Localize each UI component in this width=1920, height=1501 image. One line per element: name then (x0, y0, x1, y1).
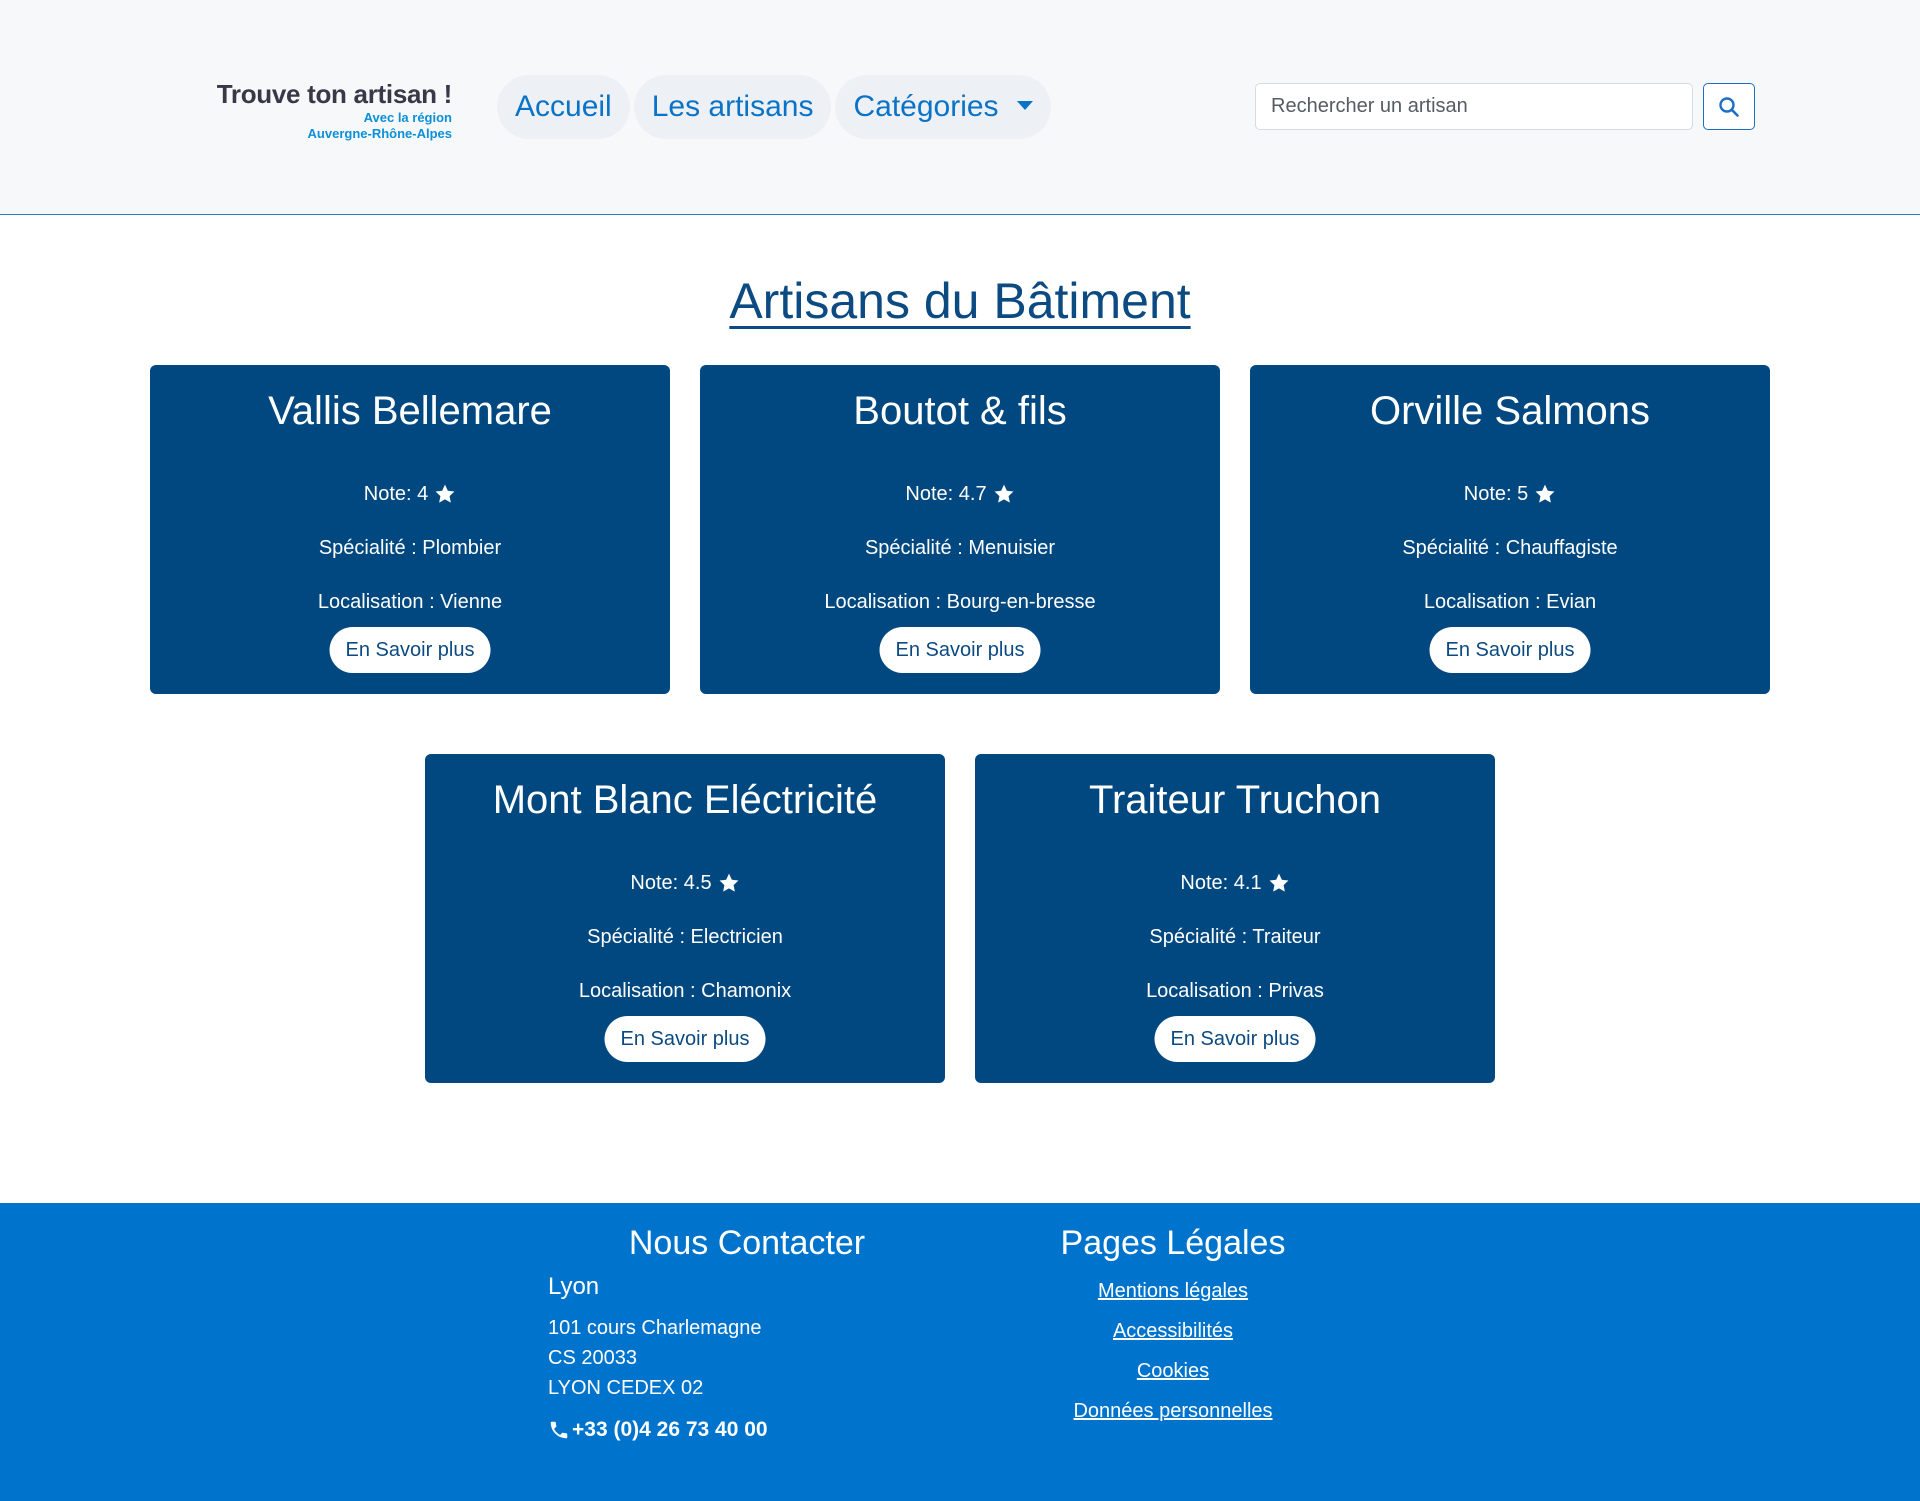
logo-subtitle-line-2: Auvergne-Rhône-Alpes (307, 126, 452, 141)
rating-label: Note: 5 (1463, 483, 1529, 505)
star-icon (719, 873, 739, 892)
artisan-card: Traiteur Truchon Note: 4.1 Spécialité : … (975, 754, 1495, 1083)
main-nav: Accueil Les artisans Catégories (497, 75, 1051, 139)
link-mentions-legales[interactable]: Mentions légales (1023, 1280, 1323, 1303)
star-icon (1269, 873, 1289, 892)
artisan-card: Vallis Bellemare Note: 4 Spécialité : Pl… (150, 365, 670, 694)
artisan-specialty: Spécialité : Plombier (318, 537, 502, 559)
artisan-location: Localisation : Chamonix (578, 980, 792, 1002)
artisan-name: Traiteur Truchon (1089, 778, 1381, 822)
artisan-specialty: Spécialité : Electricien (587, 926, 783, 948)
rating-label: Note: 4 (363, 483, 429, 505)
en-savoir-plus-button[interactable]: En Savoir plus (1429, 627, 1591, 673)
phone-icon (550, 1421, 568, 1439)
contact-address-line: LYON CEDEX 02 (548, 1377, 704, 1399)
contact-phone[interactable]: +33 (0)4 26 73 40 00 (548, 1418, 768, 1442)
page-title: Artisans du Bâtiment (729, 273, 1191, 329)
link-donnees-personnelles[interactable]: Données personnelles (1023, 1400, 1323, 1423)
logo-subtitle-line-1: Avec la région (363, 110, 452, 125)
en-savoir-plus-button[interactable]: En Savoir plus (879, 627, 1041, 673)
en-savoir-plus-button[interactable]: En Savoir plus (604, 1016, 766, 1062)
link-cookies[interactable]: Cookies (1023, 1360, 1323, 1383)
artisan-name: Orville Salmons (1369, 389, 1651, 433)
nav-categories-dropdown[interactable]: Catégories (835, 75, 1051, 139)
nav-les-artisans[interactable]: Les artisans (633, 75, 832, 139)
site-header: Trouve ton artisan ! Avec la région Auve… (0, 0, 1920, 215)
artisan-rating: Note: 4 (150, 481, 670, 507)
chevron-down-icon (1016, 100, 1033, 110)
search-icon (1719, 96, 1739, 117)
artisan-card: Boutot & fils Note: 4.7 Spécialité : Men… (700, 365, 1220, 694)
link-accessibilites[interactable]: Accessibilités (1023, 1320, 1323, 1343)
nav-accueil-label: Accueil (515, 90, 612, 123)
star-icon (435, 484, 455, 503)
artisan-name: Boutot & fils (853, 389, 1067, 433)
search-input[interactable] (1255, 83, 1693, 130)
star-icon (1535, 484, 1555, 503)
artisan-rating: Note: 4.5 (425, 870, 945, 896)
site-footer: Nous Contacter Lyon 101 cours Charlemagn… (0, 1203, 1920, 1501)
artisan-card: Orville Salmons Note: 5 Spécialité : Cha… (1250, 365, 1770, 694)
artisan-location: Localisation : Vienne (317, 591, 503, 613)
contact-city: Lyon (548, 1273, 600, 1300)
artisan-specialty: Spécialité : Chauffagiste (1402, 537, 1618, 559)
en-savoir-plus-button[interactable]: En Savoir plus (329, 627, 491, 673)
artisan-specialty: Spécialité : Menuisier (864, 537, 1056, 559)
contact-address-line: CS 20033 (548, 1347, 637, 1369)
artisan-specialty: Spécialité : Traiteur (1149, 926, 1321, 948)
contact-address-line: 101 cours Charlemagne (548, 1317, 762, 1339)
contact-heading: Nous Contacter (628, 1224, 866, 1262)
artisan-name: Vallis Bellemare (268, 389, 552, 433)
rating-label: Note: 4.7 (905, 483, 987, 505)
nav-categories-label: Catégories (853, 90, 999, 123)
artisan-rating: Note: 4.7 (700, 481, 1220, 507)
artisan-rating: Note: 5 (1250, 481, 1770, 507)
en-savoir-plus-button[interactable]: En Savoir plus (1154, 1016, 1316, 1062)
nav-les-artisans-label: Les artisans (651, 90, 814, 123)
rating-label: Note: 4.5 (630, 872, 712, 894)
search-button[interactable] (1703, 83, 1755, 130)
artisan-location: Localisation : Evian (1423, 591, 1597, 613)
contact-phone-number: +33 (0)4 26 73 40 00 (572, 1418, 768, 1441)
artisan-card: Mont Blanc Eléctricité Note: 4.5 Spécial… (425, 754, 945, 1083)
star-icon (994, 484, 1014, 503)
artisan-location: Localisation : Privas (1146, 980, 1324, 1002)
rating-label: Note: 4.1 (1180, 872, 1262, 894)
logo-title: Trouve ton artisan ! (216, 79, 453, 109)
nav-accueil[interactable]: Accueil (497, 75, 630, 139)
artisan-location: Localisation : Bourg-en-bresse (824, 591, 1096, 613)
site-logo[interactable]: Trouve ton artisan ! Avec la région Auve… (190, 78, 453, 144)
legal-heading: Pages Légales (1060, 1224, 1286, 1262)
artisan-rating: Note: 4.1 (975, 870, 1495, 896)
artisan-name: Mont Blanc Eléctricité (492, 778, 878, 822)
